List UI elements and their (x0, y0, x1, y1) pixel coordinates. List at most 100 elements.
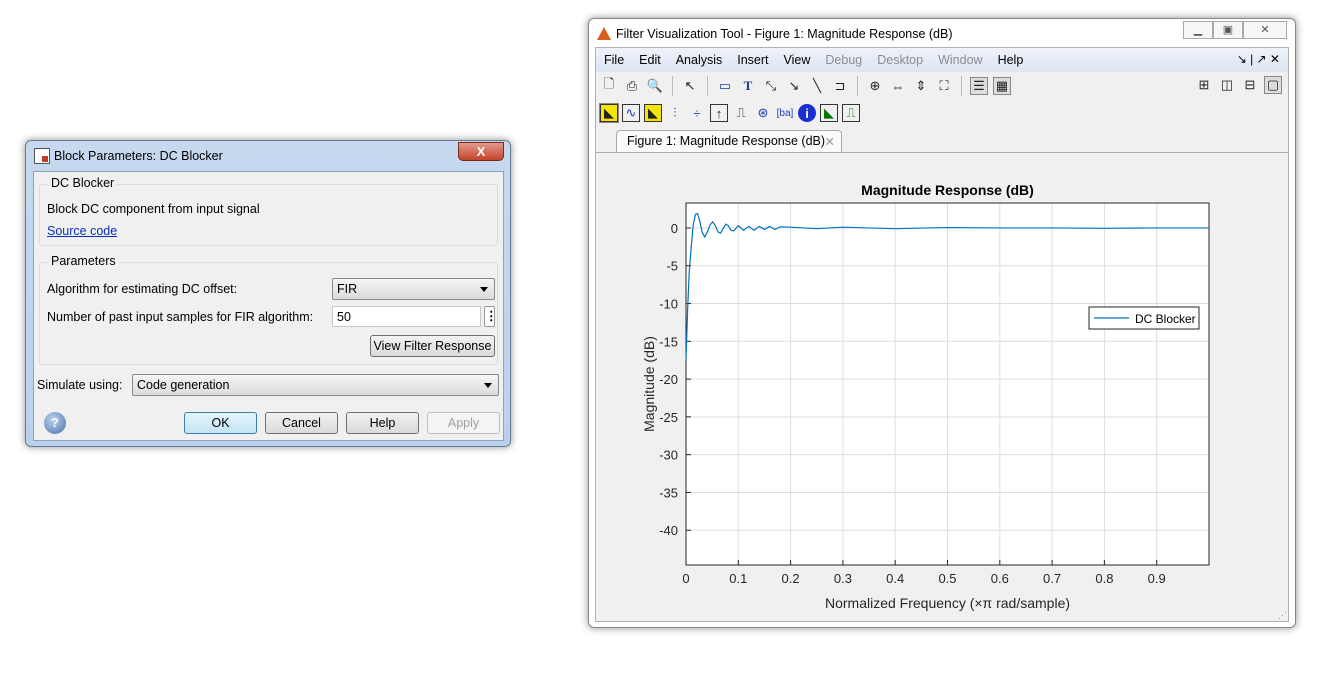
menu-help[interactable]: Help (998, 53, 1024, 67)
y-tick-label: -5 (666, 259, 678, 274)
menu-desktop[interactable]: Desktop (877, 53, 923, 67)
menu-view[interactable]: View (784, 53, 811, 67)
group-label: Parameters (48, 254, 119, 268)
menu-debug[interactable]: Debug (825, 53, 862, 67)
tile-4-icon[interactable]: ⊞ (1195, 76, 1213, 94)
y-tick-label: -35 (659, 485, 678, 500)
resize-grip-icon: ⋰ (1278, 610, 1287, 620)
y-tick-label: -20 (659, 372, 678, 387)
magnitude-estimate-icon[interactable]: ◣ (820, 104, 838, 122)
minimize-button[interactable]: ▁ (1183, 21, 1213, 39)
pin-icon[interactable]: ⊐ (831, 77, 849, 95)
group-delay-icon[interactable]: ⫶ (666, 104, 684, 122)
source-code-link[interactable]: Source code (47, 224, 117, 238)
magnitude-response-icon[interactable]: ◣ (599, 103, 619, 123)
close-button[interactable]: X (458, 142, 504, 161)
menu-analysis[interactable]: Analysis (676, 53, 723, 67)
block-description: Block DC component from input signal (47, 202, 260, 216)
toolbar-main: 🗋 ⎙ 🔍 ↖ ▭ T ⤡ ↘ ╲ ⊐ ⊕ ⇔ ⇕ ⛶ ☰ ▦ (600, 76, 1011, 96)
close-tab-icon[interactable]: ✕ (825, 134, 835, 149)
coefficients-icon[interactable]: [ba] (776, 104, 794, 122)
x-tick-label: 0.3 (834, 571, 852, 586)
window-title: Filter Visualization Tool - Figure 1: Ma… (616, 27, 953, 41)
algorithm-label: Algorithm for estimating DC offset: (47, 282, 238, 296)
selected-value: Code generation (137, 378, 230, 392)
simulate-label: Simulate using: (37, 378, 123, 392)
zoom-x-icon[interactable]: ⇔ (889, 77, 907, 95)
selected-value: FIR (337, 282, 358, 296)
x-tick-label: 0.9 (1148, 571, 1166, 586)
more-options-icon[interactable]: ⋮ (484, 306, 498, 327)
plot-area: 0 0.1 0.2 0.3 0.4 0.5 0.6 0.7 0.8 0.9 0 -5 -10 -15 -20… (596, 152, 1288, 621)
algorithm-select[interactable]: FIR (332, 278, 495, 300)
line-icon[interactable]: ╲ (808, 77, 826, 95)
tab-label: Figure 1: Magnitude Response (dB) (627, 134, 826, 148)
ok-button[interactable]: OK (184, 412, 257, 434)
x-tick-label: 0.1 (729, 571, 747, 586)
y-tick-label: -40 (659, 523, 678, 538)
menu-insert[interactable]: Insert (737, 53, 768, 67)
legend-icon[interactable]: ☰ (970, 77, 988, 95)
mag-phase-icon[interactable]: ◣ (644, 104, 662, 122)
close-button[interactable]: ✕ (1243, 21, 1287, 39)
grid-icon[interactable]: ▦ (993, 77, 1011, 95)
x-tick-label: 0.7 (1043, 571, 1061, 586)
menu-file[interactable]: File (604, 53, 624, 67)
x-tick-label: 0.4 (886, 571, 904, 586)
y-axis-label: Magnitude (dB) (641, 336, 657, 432)
new-file-icon[interactable]: 🗋 (600, 76, 618, 95)
y-tick-label: -15 (659, 334, 678, 349)
magnitude-response-chart: 0 0.1 0.2 0.3 0.4 0.5 0.6 0.7 0.8 0.9 0 -5 -10 -15 -20… (641, 182, 1287, 620)
y-tick-label: 0 (671, 221, 678, 236)
print-preview-icon[interactable]: 🔍 (646, 77, 664, 95)
impulse-response-icon[interactable]: ↑ (710, 104, 728, 122)
x-axis-label: Normalized Frequency (×π rad/sample) (825, 595, 1070, 611)
samples-input[interactable]: 50 (332, 306, 481, 327)
zoom-in-icon[interactable]: ⊕ (866, 77, 884, 95)
tab-figure-1[interactable]: Figure 1: Magnitude Response (dB) ✕ (616, 130, 842, 152)
block-parameters-dialog: Block Parameters: DC Blocker X DC Blocke… (25, 140, 511, 447)
filter-info-icon[interactable]: i (798, 104, 816, 122)
x-tick-label: 0.6 (991, 571, 1009, 586)
print-icon[interactable]: ⎙ (623, 77, 641, 95)
parameters-group: Parameters Algorithm for estimating DC o… (39, 254, 498, 365)
view-filter-response-button[interactable]: View Filter Response (370, 335, 495, 357)
dropdown-arrow-icon (484, 383, 492, 388)
simulink-block-icon (34, 148, 50, 164)
simulate-select[interactable]: Code generation (132, 374, 499, 396)
full-view-icon[interactable]: ⛶ (935, 77, 953, 95)
pole-zero-icon[interactable]: ⊛ (754, 104, 772, 122)
rectangle-icon[interactable]: ▭ (716, 77, 734, 95)
analysis-toolbar: ◣ ∿ ◣ ⫶ ÷ ↑ ⎍ ⊛ [ba] i ◣ ⎍ (599, 103, 860, 123)
help-icon[interactable]: ? (44, 412, 66, 434)
text-icon[interactable]: T (739, 77, 757, 95)
maximize-button[interactable]: ▣ (1213, 21, 1243, 39)
help-button[interactable]: Help (346, 412, 419, 434)
dock-undock-close-icons[interactable]: ↘ | ↗ ✕ (1237, 52, 1280, 66)
round-off-noise-icon[interactable]: ⎍ (842, 104, 860, 122)
samples-label: Number of past input samples for FIR alg… (47, 310, 314, 324)
phase-delay-icon[interactable]: ÷ (688, 104, 706, 122)
menu-edit[interactable]: Edit (639, 53, 661, 67)
apply-button[interactable]: Apply (427, 412, 500, 434)
double-arrow-icon[interactable]: ⤡ (762, 77, 780, 95)
tile-horizontal-icon[interactable]: ⊟ (1241, 76, 1259, 94)
pointer-icon[interactable]: ↖ (681, 77, 699, 95)
single-layout-icon[interactable]: ▢ (1264, 76, 1282, 94)
group-label: DC Blocker (48, 176, 118, 190)
block-description-group: DC Blocker Block DC component from input… (39, 176, 498, 246)
zoom-y-icon[interactable]: ⇕ (912, 77, 930, 95)
menu-window[interactable]: Window (938, 53, 982, 67)
layout-toolbar: ⊞ ◫ ⊟ ▢ (1195, 76, 1282, 94)
step-response-icon[interactable]: ⎍ (732, 104, 750, 122)
chart-title: Magnitude Response (dB) (861, 182, 1034, 198)
y-tick-label: -30 (659, 448, 678, 463)
x-tick-label: 0.5 (938, 571, 956, 586)
dropdown-arrow-icon (480, 287, 488, 292)
cancel-button[interactable]: Cancel (265, 412, 338, 434)
y-tick-label: -25 (659, 410, 678, 425)
x-tick-label: 0.8 (1095, 571, 1113, 586)
phase-response-icon[interactable]: ∿ (622, 104, 640, 122)
arrow-icon[interactable]: ↘ (785, 77, 803, 95)
tile-vertical-icon[interactable]: ◫ (1218, 76, 1236, 94)
